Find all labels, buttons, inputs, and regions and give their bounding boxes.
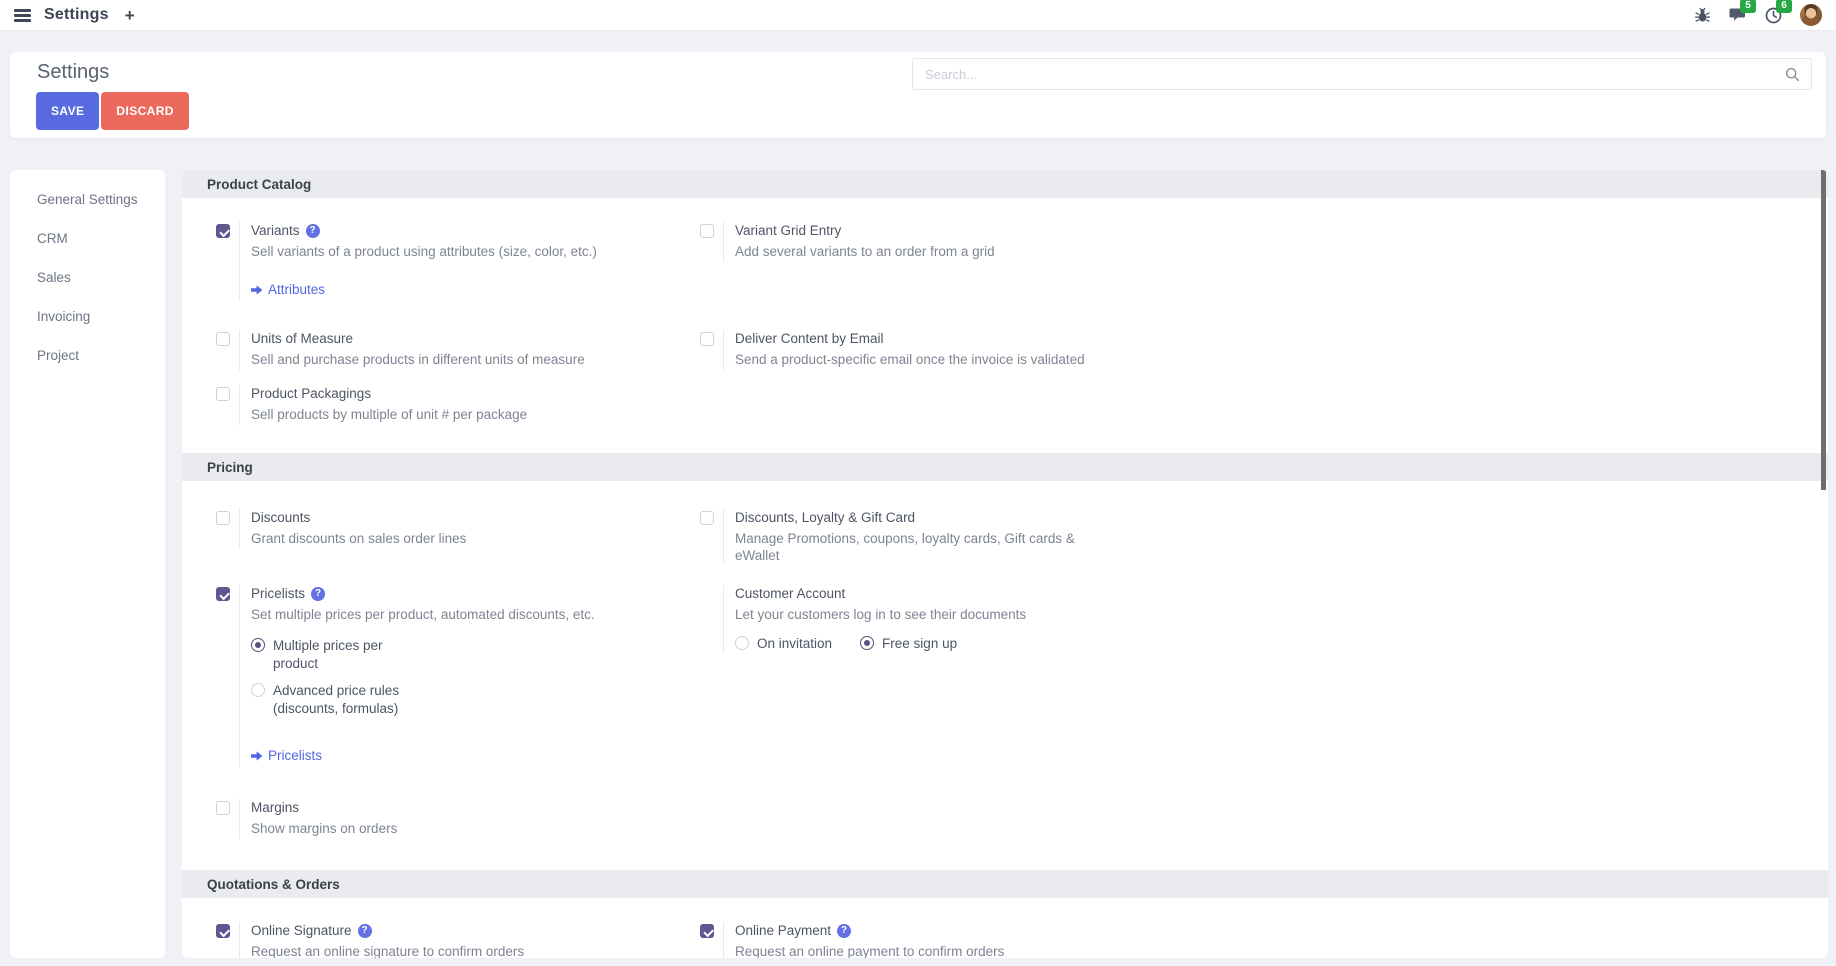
- search-icon[interactable]: [1785, 67, 1800, 82]
- setting-label: Margins: [251, 799, 299, 817]
- setting-label: Variants: [251, 222, 300, 240]
- setting-online-signature: Online Signature Request an online signa…: [216, 922, 646, 958]
- pricelists-checkbox[interactable]: [216, 587, 230, 601]
- online-payment-checkbox[interactable]: [700, 924, 714, 938]
- sidebar-item-sales[interactable]: Sales: [10, 258, 165, 297]
- radio-button[interactable]: [251, 638, 265, 652]
- control-panel-buttons: SAVE DISCARD: [36, 92, 189, 130]
- setting-variants: Variants Sell variants of a product usin…: [216, 222, 646, 301]
- save-button[interactable]: SAVE: [36, 92, 99, 130]
- radio-advanced-price-rules[interactable]: Advanced price rules (discounts, formula…: [251, 682, 595, 718]
- discard-button[interactable]: DISCARD: [101, 92, 188, 130]
- setting-description: Sell and purchase products in different …: [251, 351, 585, 368]
- top-navbar: Settings + 5 6: [0, 0, 1836, 30]
- setting-label: Discounts, Loyalty & Gift Card: [735, 509, 915, 527]
- setting-deliver-content-by-email: Deliver Content by Email Send a product-…: [700, 330, 1130, 370]
- help-icon[interactable]: [358, 924, 372, 938]
- setting-label: Product Packagings: [251, 385, 371, 403]
- new-tab-plus-icon[interactable]: +: [125, 7, 135, 24]
- section-header-product-catalog: Product Catalog: [182, 170, 1828, 198]
- discounts-checkbox[interactable]: [216, 511, 230, 525]
- setting-label: Variant Grid Entry: [735, 222, 841, 240]
- setting-description: Manage Promotions, coupons, loyalty card…: [735, 530, 1123, 564]
- deliver-content-by-email-checkbox[interactable]: [700, 332, 714, 346]
- navbar-systray: 5 6: [1694, 4, 1822, 26]
- radio-button[interactable]: [251, 683, 265, 697]
- units-of-measure-checkbox[interactable]: [216, 332, 230, 346]
- setting-product-packagings: Product Packagings Sell products by mult…: [216, 385, 646, 425]
- radio-multiple-prices-per-product[interactable]: Multiple prices per product: [251, 637, 595, 673]
- setting-description: Request an online signature to confirm o…: [251, 943, 524, 958]
- sidebar-item-general-settings[interactable]: General Settings: [10, 180, 165, 219]
- setting-label: Units of Measure: [251, 330, 353, 348]
- setting-label: Pricelists: [251, 585, 305, 603]
- setting-margins: Margins Show margins on orders: [216, 799, 646, 839]
- settings-sidebar: General Settings CRM Sales Invoicing Pro…: [10, 170, 165, 958]
- arrow-right-icon: [251, 750, 263, 762]
- section-header-quotations-orders: Quotations & Orders: [182, 870, 1828, 898]
- help-icon[interactable]: [311, 587, 325, 601]
- activities-clock-icon[interactable]: 6: [1765, 7, 1782, 24]
- help-icon[interactable]: [837, 924, 851, 938]
- setting-label: Online Signature: [251, 922, 352, 940]
- customer-account-radio-group: On invitation Free sign up: [735, 635, 1026, 653]
- sidebar-item-project[interactable]: Project: [10, 336, 165, 375]
- setting-pricelists: Pricelists Set multiple prices per produ…: [216, 585, 646, 767]
- setting-variant-grid-entry: Variant Grid Entry Add several variants …: [700, 222, 1130, 262]
- help-icon[interactable]: [306, 224, 320, 238]
- margins-checkbox[interactable]: [216, 801, 230, 815]
- setting-description: Sell products by multiple of unit # per …: [251, 406, 527, 423]
- setting-description: Set multiple prices per product, automat…: [251, 606, 595, 623]
- section-header-pricing: Pricing: [182, 453, 1828, 481]
- setting-description: Add several variants to an order from a …: [735, 243, 995, 260]
- setting-customer-account: Customer Account Let your customers log …: [700, 585, 1130, 653]
- messages-count-badge: 5: [1740, 0, 1756, 13]
- page-title: Settings: [37, 61, 109, 84]
- debug-bug-icon[interactable]: [1694, 7, 1711, 24]
- activities-count-badge: 6: [1776, 0, 1792, 13]
- app-menu-title[interactable]: Settings: [44, 6, 109, 24]
- attributes-link[interactable]: Attributes: [251, 282, 325, 297]
- search-bar: [912, 58, 1812, 90]
- setting-units-of-measure: Units of Measure Sell and purchase produ…: [216, 330, 646, 370]
- setting-label: Deliver Content by Email: [735, 330, 884, 348]
- setting-description: Let your customers log in to see their d…: [735, 606, 1026, 623]
- setting-label: Customer Account: [735, 585, 845, 603]
- variants-checkbox[interactable]: [216, 224, 230, 238]
- setting-description: Send a product-specific email once the i…: [735, 351, 1085, 368]
- vertical-scrollbar[interactable]: [1821, 170, 1826, 490]
- sidebar-item-crm[interactable]: CRM: [10, 219, 165, 258]
- radio-button[interactable]: [735, 636, 749, 650]
- radio-on-invitation[interactable]: On invitation: [735, 635, 832, 653]
- sidebar-item-invoicing[interactable]: Invoicing: [10, 297, 165, 336]
- hamburger-menu-icon[interactable]: [14, 9, 31, 22]
- radio-button[interactable]: [860, 636, 874, 650]
- setting-description: Show margins on orders: [251, 820, 397, 837]
- setting-description: Grant discounts on sales order lines: [251, 530, 466, 547]
- pricelists-link[interactable]: Pricelists: [251, 748, 322, 763]
- arrow-right-icon: [251, 284, 263, 296]
- settings-content: Product Catalog Variants Sell variants o…: [182, 170, 1828, 958]
- user-avatar[interactable]: [1800, 4, 1822, 26]
- radio-free-sign-up[interactable]: Free sign up: [860, 635, 957, 653]
- discounts-loyalty-gift-card-checkbox[interactable]: [700, 511, 714, 525]
- setting-description: Request an online payment to confirm ord…: [735, 943, 1004, 958]
- setting-online-payment: Online Payment Request an online payment…: [700, 922, 1130, 958]
- setting-description: Sell variants of a product using attribu…: [251, 243, 597, 260]
- setting-discounts-loyalty-gift-card: Discounts, Loyalty & Gift Card Manage Pr…: [700, 509, 1130, 564]
- product-packagings-checkbox[interactable]: [216, 387, 230, 401]
- setting-label: Discounts: [251, 509, 310, 527]
- setting-label: Online Payment: [735, 922, 831, 940]
- pricelists-radio-group: Multiple prices per product Advanced pri…: [251, 637, 595, 718]
- variant-grid-entry-checkbox[interactable]: [700, 224, 714, 238]
- messages-icon[interactable]: 5: [1729, 7, 1747, 23]
- control-panel: Settings SAVE DISCARD: [10, 52, 1826, 138]
- setting-discounts: Discounts Grant discounts on sales order…: [216, 509, 646, 549]
- online-signature-checkbox[interactable]: [216, 924, 230, 938]
- search-input[interactable]: [913, 59, 1785, 89]
